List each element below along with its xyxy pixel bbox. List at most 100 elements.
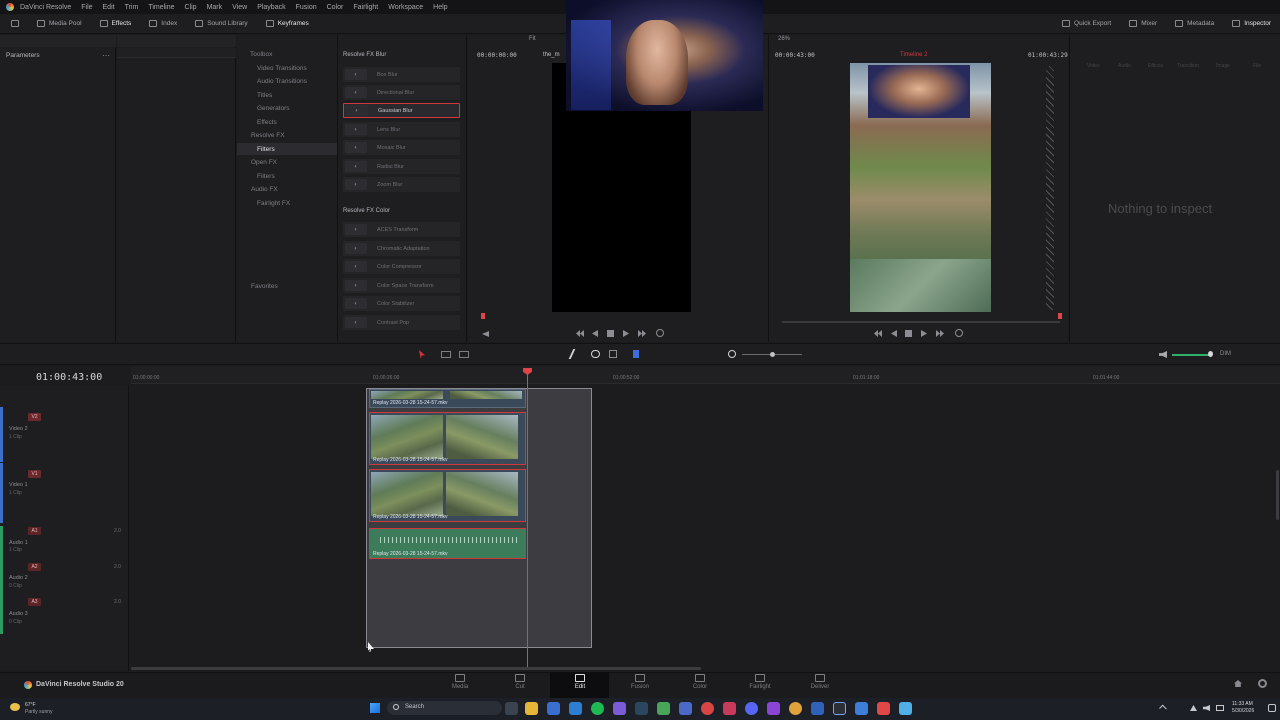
jog-icon[interactable] xyxy=(482,331,489,337)
edge-icon[interactable] xyxy=(855,702,868,715)
viewer-scrubber[interactable] xyxy=(782,321,1060,323)
selection-tool-icon[interactable] xyxy=(419,350,425,359)
metadata-button[interactable]: Metadata xyxy=(1166,14,1223,34)
audio-clip-a1[interactable]: Replay 2026-03-28 15-24-57.mkv xyxy=(369,528,526,559)
quick-export-button[interactable]: Quick Export xyxy=(1053,14,1120,34)
file-explorer-icon[interactable] xyxy=(525,702,538,715)
calendar-icon[interactable] xyxy=(569,702,582,715)
sound-library-button[interactable]: Sound Library xyxy=(186,14,256,34)
fx-chromatic-adaptation[interactable]: ◐ Chromatic Adaptation xyxy=(343,241,460,256)
menu-color[interactable]: Color xyxy=(322,4,349,11)
clock-time[interactable]: 11:33 AM xyxy=(1232,701,1253,707)
timeline-playhead[interactable] xyxy=(527,370,528,670)
viewer-playhead[interactable] xyxy=(1058,313,1062,319)
menu-edit[interactable]: Edit xyxy=(98,4,120,11)
fx-zoom-blur[interactable]: ◐ Zoom Blur xyxy=(343,177,460,192)
zoom-icon[interactable] xyxy=(728,350,736,358)
inspector-tab-file[interactable]: File xyxy=(1253,63,1261,69)
link-icon[interactable] xyxy=(591,350,600,358)
fx-directional-blur[interactable]: ◐ Directional Blur xyxy=(343,85,460,100)
timeline-reverse-icon[interactable] xyxy=(891,330,897,337)
menu-mark[interactable]: Mark xyxy=(202,4,228,11)
menu-fusion[interactable]: Fusion xyxy=(291,4,322,11)
track-badge-a1[interactable]: A1 xyxy=(28,527,41,535)
page-fairlight[interactable]: Fairlight xyxy=(740,674,780,690)
menu-file[interactable]: File xyxy=(76,4,97,11)
windows-start-icon[interactable] xyxy=(370,703,380,713)
tree-audio-transitions[interactable]: Audio Transitions xyxy=(257,78,307,85)
page-deliver[interactable]: Deliver xyxy=(800,674,840,690)
stop-icon[interactable] xyxy=(607,330,614,337)
page-color[interactable]: Color xyxy=(680,674,720,690)
video-clip-v3[interactable]: Replay 2026-03-28 15-24-57.mkv xyxy=(369,389,526,408)
mixer-button[interactable]: Mixer xyxy=(1120,14,1166,34)
effects-button[interactable]: Effects xyxy=(91,14,141,34)
store-icon[interactable] xyxy=(547,702,560,715)
menu-timeline[interactable]: Timeline xyxy=(143,4,179,11)
track-badge-a3[interactable]: A3 xyxy=(28,598,41,606)
media-app-icon[interactable] xyxy=(723,702,736,715)
track-badge-v2[interactable]: V2 xyxy=(28,413,41,421)
track-badge-a2[interactable]: A2 xyxy=(28,563,41,571)
game-icon[interactable] xyxy=(657,702,670,715)
more-options-icon[interactable]: ⋯ xyxy=(102,51,110,60)
fx-aces-transform[interactable]: ◐ ACES Transform xyxy=(343,222,460,237)
tree-titles[interactable]: Titles xyxy=(257,92,272,99)
inspector-tab-transition[interactable]: Transition xyxy=(1177,63,1199,69)
inspector-tab-effects[interactable]: Effects xyxy=(1148,63,1163,69)
obs-icon[interactable] xyxy=(877,702,890,715)
fx-contrast-pop[interactable]: ◐ Contrast Pop xyxy=(343,315,460,330)
menu-help[interactable]: Help xyxy=(428,4,452,11)
inspector-tab-image[interactable]: Image xyxy=(1216,63,1230,69)
dim-button[interactable]: DIM xyxy=(1220,351,1231,357)
timeline-scrollbar[interactable] xyxy=(131,667,701,670)
rewind-icon[interactable] xyxy=(576,330,584,337)
lock-icon[interactable] xyxy=(609,350,617,358)
blur-category-header[interactable]: Resolve FX Blur xyxy=(343,52,386,58)
fx-box-blur[interactable]: ◐ Box Blur xyxy=(343,67,460,82)
snapping-icon[interactable] xyxy=(568,349,582,359)
weather-temp[interactable]: 67°F xyxy=(25,702,36,708)
tree-toolbox[interactable]: Toolbox xyxy=(250,51,272,58)
weather-text[interactable]: Partly sunny xyxy=(25,709,53,715)
dynamic-trim-icon[interactable] xyxy=(459,351,469,358)
browser-icon[interactable] xyxy=(789,702,802,715)
tree-filters[interactable]: Filters xyxy=(257,146,275,153)
battery-icon[interactable] xyxy=(1216,705,1224,711)
menu-playback[interactable]: Playback xyxy=(252,4,290,11)
tree-video-transitions[interactable]: Video Transitions xyxy=(257,65,307,72)
taskbar-search-box[interactable]: Search xyxy=(387,701,502,715)
fx-mosaic-blur[interactable]: ◐ Mosaic Blur xyxy=(343,140,460,155)
menu-fairlight[interactable]: Fairlight xyxy=(348,4,383,11)
fx-lens-blur[interactable]: ◐ Lens Blur xyxy=(343,122,460,137)
davinci-task-icon[interactable] xyxy=(833,702,846,715)
toolbar-sidebar-toggle[interactable] xyxy=(2,14,28,34)
loop-icon[interactable] xyxy=(656,329,664,337)
inspector-tab-video[interactable]: Video xyxy=(1087,63,1100,69)
fx-color-compressor[interactable]: ◐ Color Compressor xyxy=(343,259,460,274)
misc-app-icon[interactable] xyxy=(899,702,912,715)
timeline-play-icon[interactable] xyxy=(921,330,927,337)
inspector-button[interactable]: Inspector xyxy=(1223,14,1280,34)
page-fusion[interactable]: Fusion xyxy=(620,674,660,690)
menu-clip[interactable]: Clip xyxy=(180,4,202,11)
discord-icon[interactable] xyxy=(745,702,758,715)
page-edit[interactable]: Edit xyxy=(560,674,600,690)
reverse-play-icon[interactable] xyxy=(592,330,598,337)
menu-view[interactable]: View xyxy=(227,4,252,11)
timeline-ff-icon[interactable] xyxy=(936,330,944,337)
media-pool-button[interactable]: Media Pool xyxy=(28,14,91,34)
timeline-vscrollbar[interactable] xyxy=(1276,470,1279,520)
volume-slider[interactable] xyxy=(1172,354,1212,356)
tree-favorites[interactable]: Favorites xyxy=(251,283,278,290)
index-button[interactable]: Index xyxy=(140,14,186,34)
video-clip-v1[interactable]: Replay 2026-03-28 15-24-57.mkv xyxy=(369,469,526,522)
flag-icon[interactable] xyxy=(633,350,639,358)
spotify-icon[interactable] xyxy=(591,702,604,715)
timeline-rewind-icon[interactable] xyxy=(874,330,882,337)
zoom-dropdown[interactable]: 26% xyxy=(778,36,790,42)
xbox-icon[interactable] xyxy=(679,702,692,715)
notifications-icon[interactable] xyxy=(1268,704,1276,712)
tree-resolve-fx[interactable]: Resolve FX xyxy=(251,132,285,139)
fx-radial-blur[interactable]: ◐ Radial Blur xyxy=(343,159,460,174)
